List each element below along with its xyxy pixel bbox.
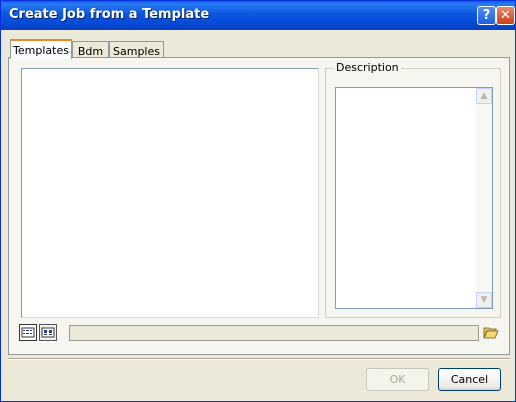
description-label: Description bbox=[334, 61, 401, 74]
details-view-icon bbox=[41, 327, 55, 338]
tab-templates-label: Templates bbox=[13, 44, 69, 57]
scroll-up-button[interactable]: ▲ bbox=[476, 88, 492, 104]
tab-bdm[interactable]: Bdm bbox=[72, 41, 109, 58]
button-separator bbox=[8, 358, 510, 360]
tab-templates[interactable]: Templates bbox=[10, 39, 72, 59]
close-button[interactable]: ✕ bbox=[496, 6, 515, 25]
ok-button[interactable]: OK bbox=[366, 368, 429, 391]
description-textbox[interactable]: ▲ ▼ bbox=[335, 87, 493, 309]
title-bar[interactable]: Create Job from a Template ? ✕ bbox=[1, 1, 515, 30]
window-title: Create Job from a Template bbox=[9, 7, 210, 22]
help-button[interactable]: ? bbox=[477, 6, 496, 25]
close-icon: ✕ bbox=[500, 8, 511, 23]
help-icon: ? bbox=[482, 8, 491, 23]
dialog-window: Create Job from a Template ? ✕ Templates… bbox=[0, 0, 516, 402]
template-toolbar bbox=[17, 322, 501, 344]
tab-samples[interactable]: Samples bbox=[109, 41, 164, 58]
folder-open-icon bbox=[483, 327, 499, 339]
description-group: Description ▲ ▼ bbox=[325, 61, 501, 318]
cancel-button[interactable]: Cancel bbox=[438, 368, 501, 391]
list-view-button[interactable] bbox=[19, 324, 37, 341]
chevron-up-icon: ▲ bbox=[480, 91, 488, 101]
template-path-field[interactable] bbox=[69, 325, 479, 341]
templates-tab-panel: Description ▲ ▼ bbox=[8, 57, 510, 355]
template-list[interactable] bbox=[21, 68, 319, 318]
list-view-icon bbox=[21, 327, 35, 338]
scroll-down-button[interactable]: ▼ bbox=[476, 292, 492, 308]
chevron-down-icon: ▼ bbox=[480, 295, 488, 305]
browse-folder-button[interactable] bbox=[483, 324, 499, 340]
description-scrollbar[interactable]: ▲ ▼ bbox=[476, 88, 492, 308]
details-view-button[interactable] bbox=[39, 324, 57, 341]
